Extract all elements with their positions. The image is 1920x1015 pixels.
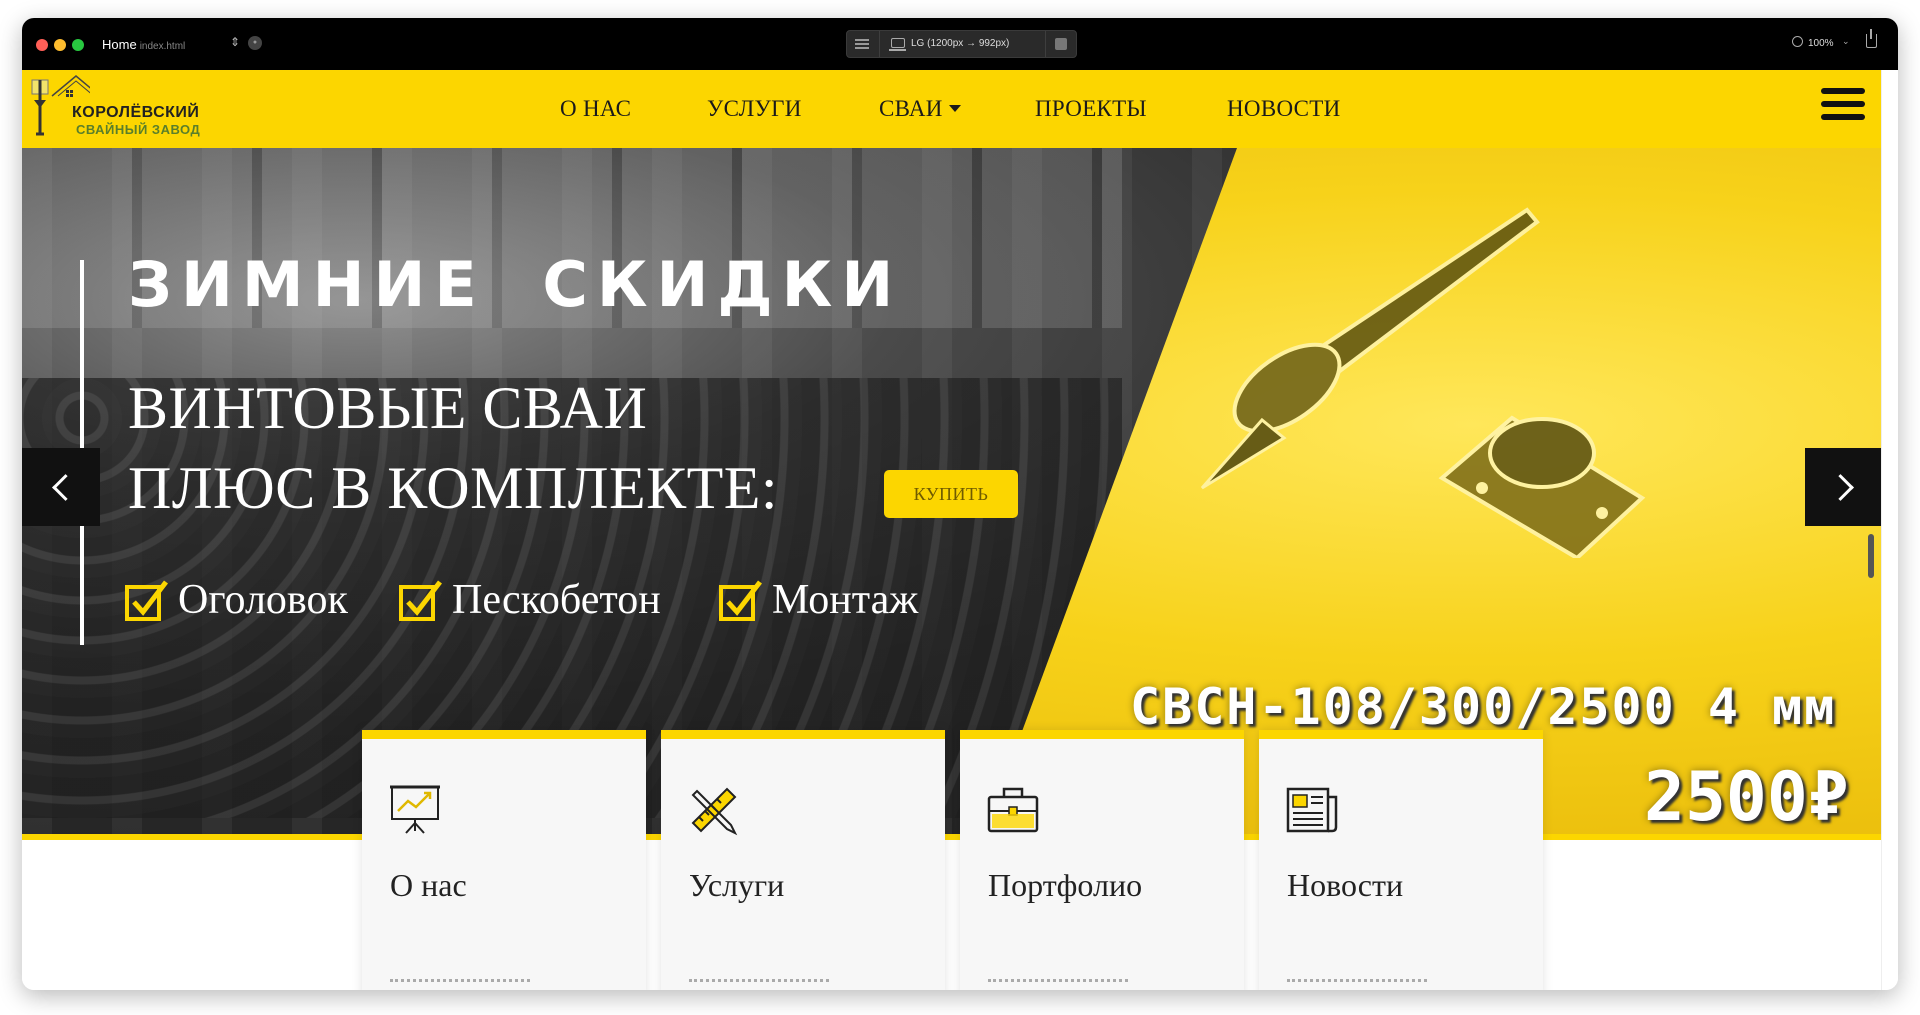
chevron-updown-icon[interactable]: ⇕ <box>230 35 240 49</box>
square-icon[interactable] <box>1055 38 1067 50</box>
hero-slider: ЗИМНИЕ СКИДКИ ВИНТОВЫЕ СВАИ ПЛЮС В КОМПЛ… <box>22 148 1881 840</box>
card-title: Услуги <box>689 867 785 903</box>
card-text-placeholder <box>689 979 829 985</box>
slider-prev-button[interactable] <box>22 448 100 526</box>
viewport-label: LG (1200px → 992px) <box>911 38 1010 49</box>
logo-line1: КОРОЛЁВСКИЙ <box>72 104 200 121</box>
search-icon[interactable] <box>1792 36 1803 47</box>
divider <box>879 31 880 57</box>
nav-item-services[interactable]: УСЛУГИ <box>707 96 802 122</box>
card-portfolio[interactable]: Портфолио <box>960 730 1244 990</box>
buy-button[interactable]: КУПИТЬ <box>884 470 1018 518</box>
tab-title[interactable]: Home index.html <box>102 37 185 52</box>
product-price: 2500₽ <box>1644 758 1849 837</box>
hero-headline: ЗИМНИЕ СКИДКИ <box>128 248 903 321</box>
nav-item-news[interactable]: НОВОСТИ <box>1227 96 1341 122</box>
hero-line2: ПЛЮС В КОМПЛЕКТЕ: <box>128 455 779 521</box>
product-name: СВСН-108/300/2500 4 мм <box>1130 678 1837 736</box>
screw-pile-image <box>1200 207 1646 558</box>
card-title: Портфолио <box>988 867 1143 903</box>
card-services[interactable]: Услуги <box>661 730 945 990</box>
browser-titlebar: Home index.html ⇕ ● LG (1200px → 992px) 1… <box>22 18 1898 70</box>
tab-file: index.html <box>139 41 186 52</box>
close-window-button[interactable] <box>36 39 48 51</box>
minimize-window-button[interactable] <box>54 39 66 51</box>
nav-item-about[interactable]: О НАС <box>560 96 631 122</box>
hamburger-menu-icon[interactable] <box>1821 88 1865 126</box>
logo-line2: СВАЙНЫЙ ЗАВОД <box>76 122 201 137</box>
chevron-down-icon[interactable]: ⌄ <box>1842 36 1850 47</box>
feature-label: Оголовок <box>178 577 348 623</box>
scroll-indicator[interactable] <box>1868 534 1874 578</box>
card-title: О нас <box>390 867 467 903</box>
checkbox-checked-icon <box>719 580 762 621</box>
devtools-icon[interactable]: ● <box>248 36 262 50</box>
briefcase-icon <box>987 787 1039 833</box>
slider-next-button[interactable] <box>1805 448 1881 526</box>
menu-icon[interactable] <box>855 37 869 51</box>
browser-window: Home index.html ⇕ ● LG (1200px → 992px) 1… <box>22 18 1898 990</box>
zoom-level[interactable]: 100% <box>1808 38 1834 49</box>
viewport-switcher[interactable]: LG (1200px → 992px) <box>846 30 1077 58</box>
site-navbar: КОРОЛЁВСКИЙ СВАЙНЫЙ ЗАВОД О НАС УСЛУГИ С… <box>22 70 1881 148</box>
presentation-chart-icon <box>390 785 440 834</box>
card-about[interactable]: О нас <box>362 730 646 990</box>
card-text-placeholder <box>1287 979 1427 985</box>
card-news[interactable]: Новости <box>1259 730 1543 990</box>
site-logo[interactable]: КОРОЛЁВСКИЙ СВАЙНЫЙ ЗАВОД <box>30 74 220 142</box>
card-text-placeholder <box>390 979 530 985</box>
hero-subheadline: ВИНТОВЫЕ СВАИ ПЛЮС В КОМПЛЕКТЕ: <box>128 368 778 528</box>
page-viewport: КОРОЛЁВСКИЙ СВАЙНЫЙ ЗАВОД О НАС УСЛУГИ С… <box>22 70 1881 990</box>
feature-label: Монтаж <box>772 577 919 623</box>
divider <box>1045 31 1046 57</box>
card-title: Новости <box>1287 867 1404 903</box>
hero-line1: ВИНТОВЫЕ СВАИ <box>128 375 648 441</box>
pencil-ruler-icon <box>691 787 738 836</box>
hero-bottom-stripe <box>22 834 1881 840</box>
laptop-icon <box>889 38 906 51</box>
nav-item-projects[interactable]: ПРОЕКТЫ <box>1035 96 1147 122</box>
caret-down-icon <box>948 105 961 113</box>
maximize-window-button[interactable] <box>72 39 84 51</box>
card-text-placeholder <box>988 979 1128 985</box>
nav-item-piles-label: СВАИ <box>879 96 943 121</box>
nav-item-piles[interactable]: СВАИ <box>879 96 961 122</box>
share-icon[interactable] <box>1866 29 1877 48</box>
page-scrollbar[interactable] <box>1881 70 1898 990</box>
newspaper-icon <box>1286 787 1338 833</box>
checkbox-checked-icon <box>399 580 442 621</box>
checkbox-checked-icon <box>125 580 168 621</box>
feature-label: Пескобетон <box>452 577 661 623</box>
